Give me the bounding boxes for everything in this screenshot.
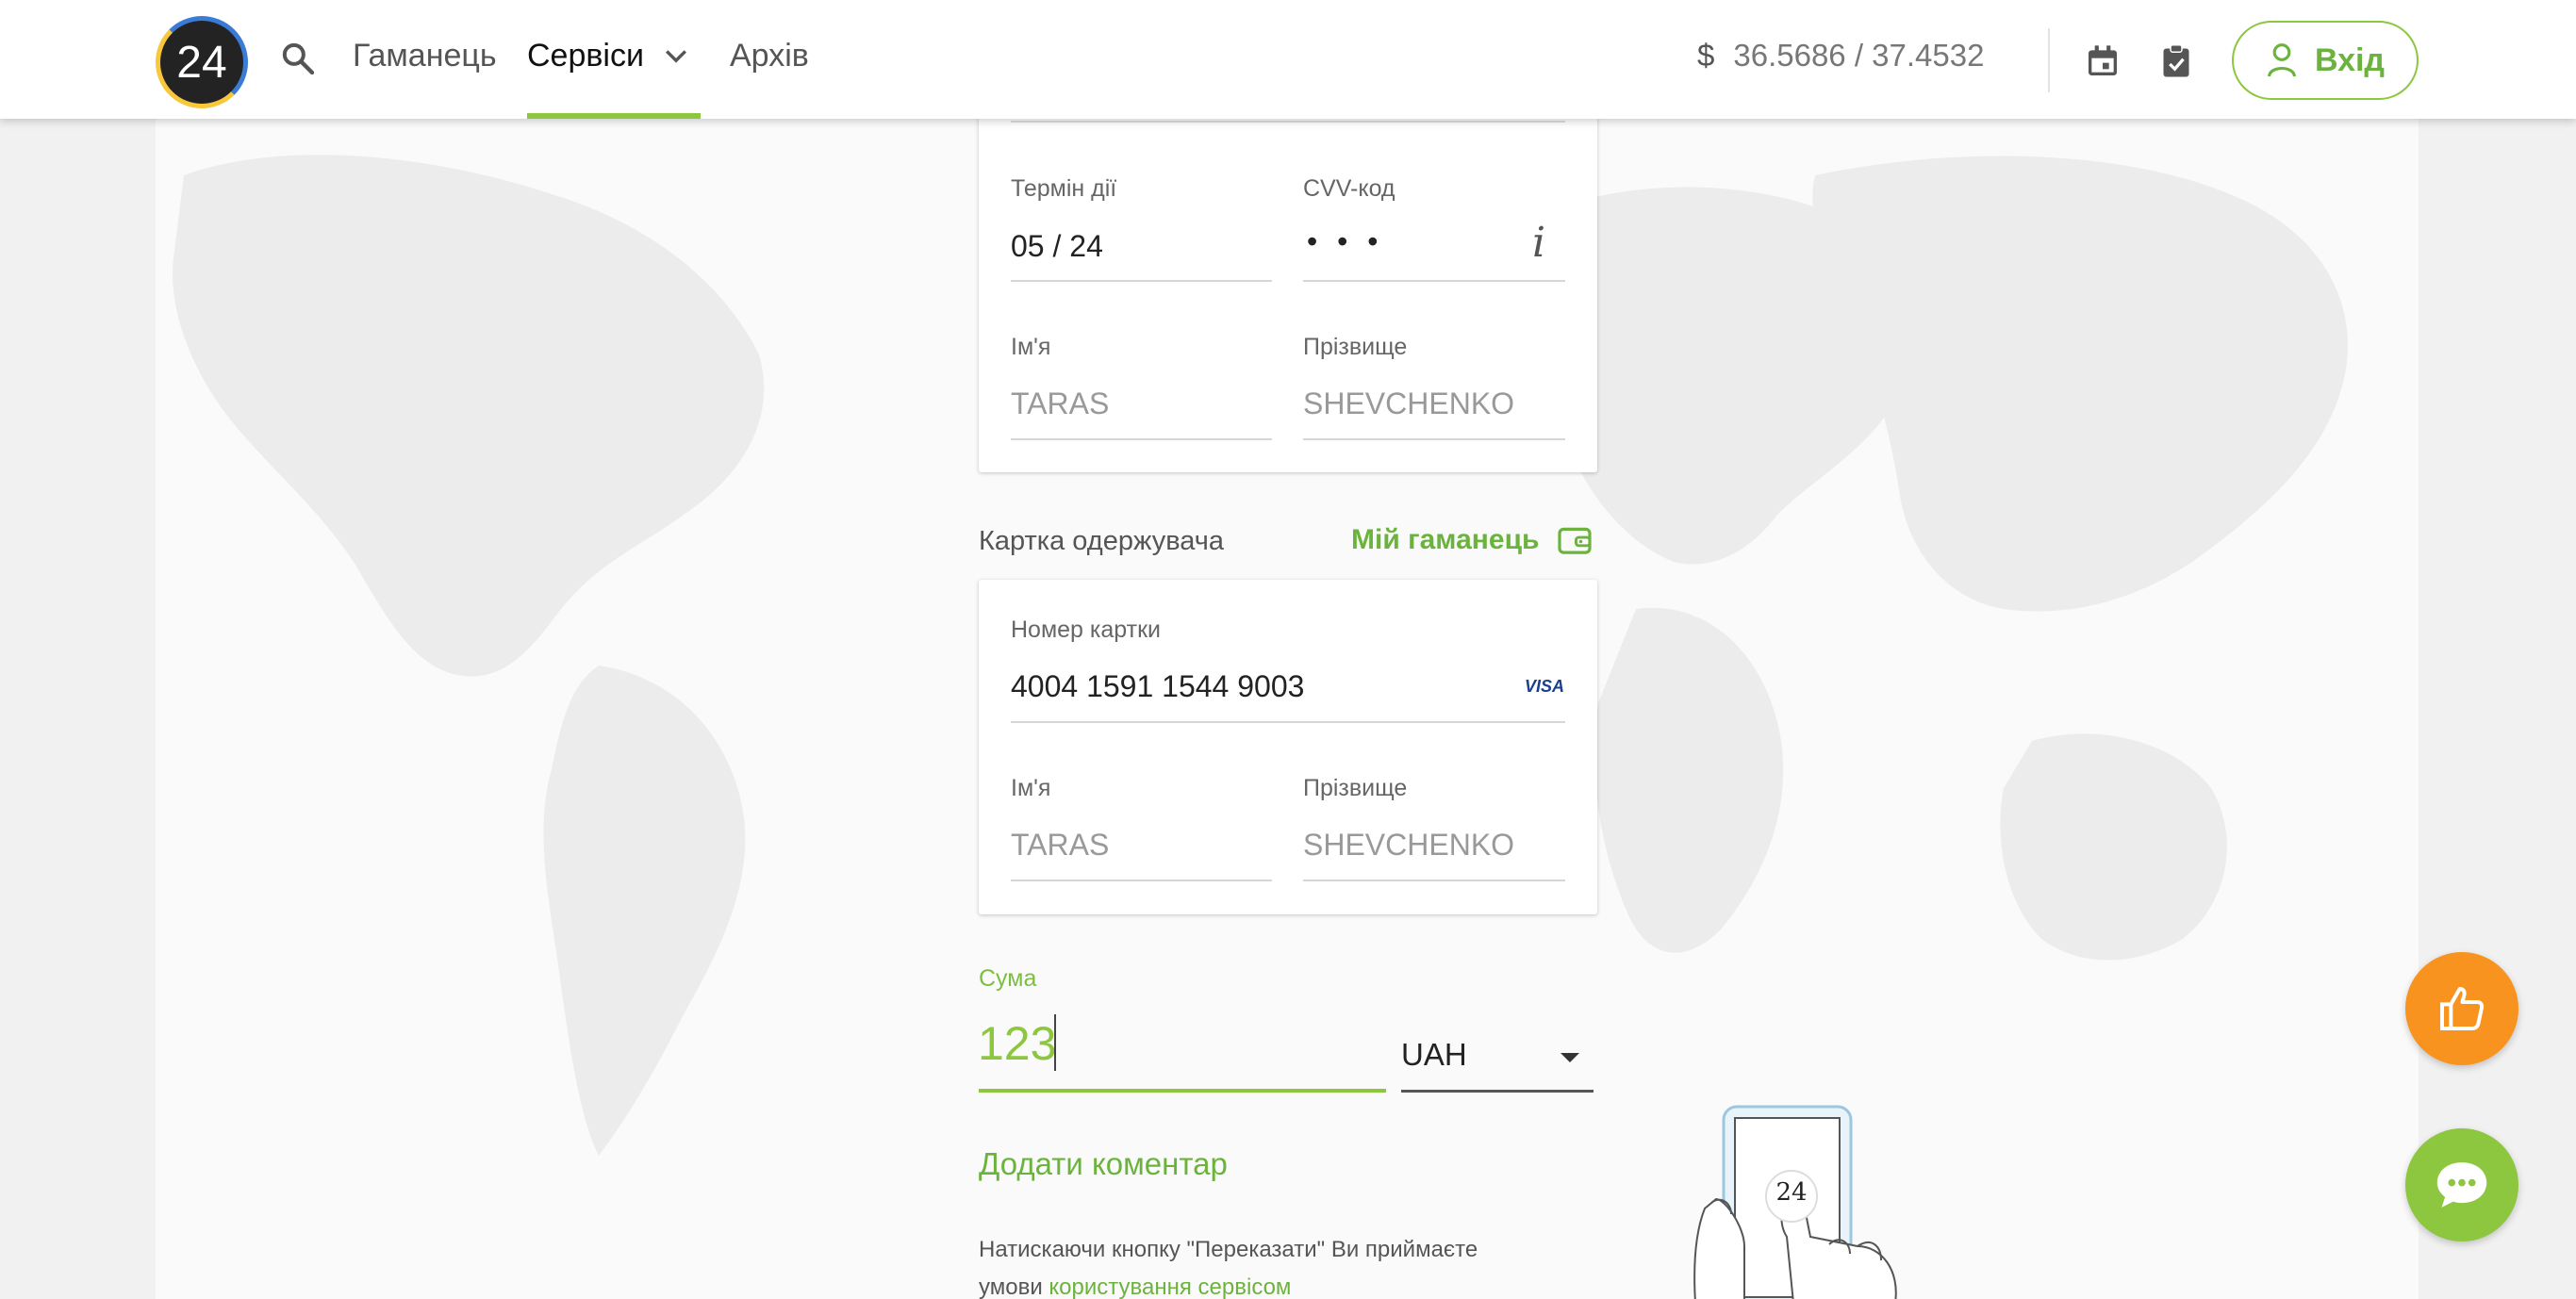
recipient-last-name-underline: [1303, 880, 1565, 881]
dollar-icon: $: [1697, 38, 1715, 73]
dropdown-arrow-icon[interactable]: [1560, 1053, 1579, 1062]
sender-first-name-field[interactable]: Ім'я: [1011, 334, 1050, 361]
login-button[interactable]: Вхід: [2232, 21, 2419, 100]
sender-last-name-input[interactable]: SHEVCHENKO: [1303, 386, 1514, 421]
visa-logo-icon: VISA: [1525, 677, 1565, 696]
sender-last-name-field[interactable]: Прізвище: [1303, 334, 1407, 361]
chat-button[interactable]: [2405, 1128, 2518, 1241]
chevron-down-icon[interactable]: [660, 43, 692, 70]
nav-archive[interactable]: Архів: [730, 38, 809, 74]
wallet-icon[interactable]: [1557, 525, 1593, 555]
info-icon[interactable]: i: [1532, 219, 1545, 267]
recipient-last-name-label: Прізвище: [1303, 775, 1408, 801]
my-wallet-link[interactable]: Мій гаманець: [1351, 524, 1539, 556]
sender-last-name-label: Прізвище: [1303, 334, 1408, 360]
exchange-rate[interactable]: $36.5686 / 37.4532: [1697, 38, 1984, 74]
top-header: 24 Гаманець Сервіси Архів $36.5686 / 37.…: [0, 0, 2576, 119]
card-number-underline: [1011, 721, 1565, 723]
recipient-first-name-underline: [1011, 880, 1272, 881]
exchange-rate-value: 36.5686 / 37.4532: [1733, 38, 1985, 73]
expiry-input[interactable]: 05 / 24: [1011, 229, 1103, 264]
amount-input[interactable]: 123: [978, 1016, 1056, 1071]
add-comment-link[interactable]: Додати коментар: [979, 1146, 1228, 1182]
cvv-field[interactable]: CVV-код: [1303, 175, 1395, 203]
sender-last-name-underline: [1303, 438, 1565, 440]
thumbs-up-icon: [2440, 987, 2485, 1030]
nav-services[interactable]: Сервіси: [527, 38, 644, 74]
recipient-last-name-field[interactable]: Прізвище: [1303, 775, 1407, 802]
cvv-input[interactable]: • • •: [1307, 224, 1383, 259]
recipient-section-label: Картка одержувача: [979, 526, 1225, 556]
login-label: Вхід: [2314, 41, 2386, 78]
sender-first-name-input[interactable]: TARAS: [1011, 386, 1109, 421]
terms-text: Натискаючи кнопку "Переказати" Ви прийма…: [979, 1231, 1544, 1299]
recipient-last-name-input[interactable]: SHEVCHENKO: [1303, 828, 1514, 863]
recipient-first-name-field[interactable]: Ім'я: [1011, 775, 1050, 802]
expiry-underline: [1011, 280, 1272, 282]
privat24-logo[interactable]: 24: [156, 16, 248, 108]
sender-first-name-label: Ім'я: [1011, 334, 1051, 360]
terms-link[interactable]: користування сервісом: [1049, 1274, 1291, 1299]
currency-underline: [1401, 1090, 1593, 1093]
user-icon: [2267, 43, 2296, 77]
card-number-label: Номер картки: [1011, 617, 1161, 643]
amount-label: Сума: [979, 965, 1037, 992]
header-divider: [2048, 28, 2050, 92]
recipient-first-name-input[interactable]: TARAS: [1011, 828, 1109, 863]
clipboard-check-icon[interactable]: [2159, 41, 2193, 81]
chat-icon: [2436, 1162, 2487, 1208]
sender-first-name-underline: [1011, 438, 1272, 440]
card-number-underline: [1011, 121, 1565, 123]
active-tab-indicator: [527, 113, 701, 119]
card-number-input[interactable]: 4004 1591 1544 9003: [1011, 669, 1304, 704]
recipient-card-number-field[interactable]: Номер картки: [1011, 617, 1161, 644]
expiry-field[interactable]: Термін дії: [1011, 175, 1116, 203]
calendar-icon[interactable]: [2084, 41, 2122, 81]
nav-wallet[interactable]: Гаманець: [353, 38, 497, 74]
text-cursor: [1054, 1014, 1056, 1071]
expiry-label: Термін дії: [1011, 175, 1117, 202]
recipient-first-name-label: Ім'я: [1011, 775, 1051, 801]
search-icon[interactable]: [279, 40, 317, 77]
cvv-underline: [1303, 280, 1565, 282]
amount-underline: [979, 1089, 1386, 1093]
currency-select[interactable]: UAH: [1401, 1037, 1467, 1073]
cvv-label: CVV-код: [1303, 175, 1395, 202]
phone-badge: 24: [1775, 1178, 1808, 1207]
feedback-button[interactable]: [2405, 952, 2518, 1065]
